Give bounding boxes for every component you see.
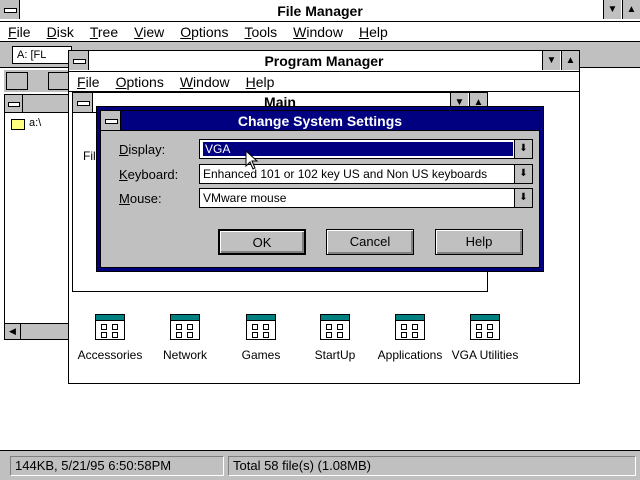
menu-disk[interactable]: Disk — [39, 22, 82, 42]
program-manager-system-menu[interactable] — [69, 51, 89, 70]
directory-tree-window: a:\ ◀ — [4, 94, 76, 340]
group-label: Accessories — [77, 348, 143, 362]
menu-view[interactable]: View — [126, 22, 172, 42]
pm-menu-help[interactable]: Help — [238, 72, 283, 92]
pm-menu-options[interactable]: Options — [108, 72, 172, 92]
change-system-settings-dialog: Change System Settings Display: VGA ⬇ Ke… — [96, 106, 544, 272]
ok-button[interactable]: OK — [218, 229, 306, 255]
drive-select[interactable]: A: [FL — [12, 46, 72, 64]
status-selection: 144KB, 5/21/95 6:50:58PM — [10, 456, 224, 476]
group-label: StartUp — [314, 348, 356, 362]
program-group-icon — [320, 314, 350, 340]
mouse-select[interactable]: VMware mouse ⬇ — [199, 188, 533, 208]
menu-window[interactable]: Window — [285, 22, 351, 42]
program-group-icon — [246, 314, 276, 340]
menu-tree[interactable]: Tree — [82, 22, 126, 42]
dialog-titlebar[interactable]: Change System Settings — [101, 111, 539, 131]
program-manager-titlebar[interactable]: Program Manager ▼ ▲ — [69, 51, 579, 72]
pm-menu-file[interactable]: File — [69, 72, 108, 92]
scroll-left-icon[interactable]: ◀ — [5, 324, 21, 339]
display-label: Display: — [119, 142, 166, 157]
program-group-icon — [95, 314, 125, 340]
maximize-button[interactable]: ▲ — [622, 0, 640, 19]
pm-minimize-button[interactable]: ▼ — [542, 51, 560, 70]
program-manager-title: Program Manager — [264, 53, 384, 69]
main-partial-label: Fil — [83, 149, 96, 163]
tree-item-root[interactable]: a:\ — [29, 117, 41, 129]
pm-menu-window[interactable]: Window — [172, 72, 238, 92]
program-group-icon — [170, 314, 200, 340]
help-button[interactable]: Help — [435, 229, 523, 255]
mouse-value: VMware mouse — [203, 191, 287, 205]
menu-help[interactable]: Help — [351, 22, 396, 42]
group-vga-utilities[interactable]: VGA Utilities — [445, 314, 525, 362]
tree-system-menu[interactable] — [5, 95, 23, 112]
horizontal-scrollbar[interactable]: ◀ — [5, 323, 75, 339]
chevron-down-icon[interactable]: ⬇ — [514, 140, 532, 158]
chevron-down-icon[interactable]: ⬇ — [514, 189, 532, 207]
dialog-body: Change System Settings Display: VGA ⬇ Ke… — [100, 110, 540, 268]
mouse-label: Mouse: — [119, 191, 162, 206]
cancel-button[interactable]: Cancel — [326, 229, 414, 255]
floppy-drive-icon[interactable] — [6, 72, 28, 90]
keyboard-label: Keyboard: — [119, 167, 179, 182]
file-manager-system-menu[interactable] — [0, 0, 20, 19]
minimize-button[interactable]: ▼ — [603, 0, 621, 19]
file-manager-menubar: File Disk Tree View Options Tools Window Help — [0, 22, 640, 42]
dialog-title: Change System Settings — [237, 113, 403, 129]
mouse-pointer-icon — [245, 150, 259, 170]
dialog-system-menu[interactable] — [101, 111, 121, 130]
group-startup[interactable]: StartUp — [295, 314, 375, 362]
program-group-icon — [395, 314, 425, 340]
group-games[interactable]: Games — [221, 314, 301, 362]
program-manager-menubar: File Options Window Help — [69, 72, 579, 92]
file-manager-title: File Manager — [277, 3, 363, 19]
group-label: VGA Utilities — [451, 348, 519, 362]
hard-drive-icon[interactable] — [48, 72, 70, 90]
folder-icon — [11, 119, 25, 130]
main-system-menu[interactable] — [73, 93, 93, 112]
group-label: Network — [162, 348, 207, 362]
group-applications[interactable]: Applications — [370, 314, 450, 362]
group-label: Applications — [377, 348, 443, 362]
menu-tools[interactable]: Tools — [236, 22, 285, 42]
group-network[interactable]: Network — [145, 314, 225, 362]
tree-titlebar[interactable] — [5, 95, 75, 113]
group-accessories[interactable]: Accessories — [70, 314, 150, 362]
status-total: Total 58 file(s) (1.08MB) — [228, 456, 636, 476]
menu-file[interactable]: File — [0, 22, 39, 42]
file-manager-titlebar[interactable]: File Manager ▼ ▲ — [0, 0, 640, 22]
pm-maximize-button[interactable]: ▲ — [561, 51, 579, 70]
status-bar: 144KB, 5/21/95 6:50:58PM Total 58 file(s… — [0, 450, 640, 480]
drive-bar — [4, 70, 74, 92]
group-label: Games — [241, 348, 281, 362]
program-group-icon — [470, 314, 500, 340]
menu-options[interactable]: Options — [172, 22, 236, 42]
chevron-down-icon[interactable]: ⬇ — [514, 165, 532, 183]
